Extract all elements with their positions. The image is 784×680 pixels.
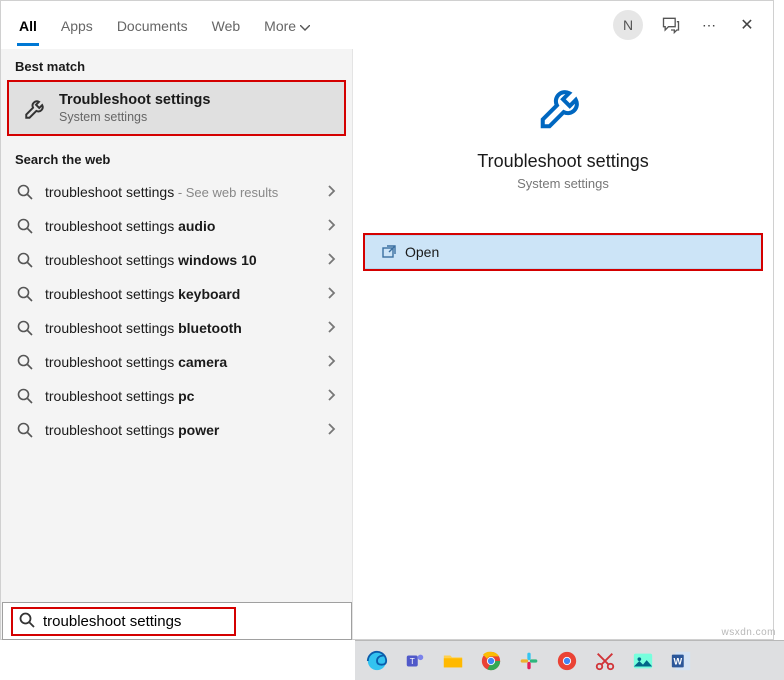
suggestion-keyboard[interactable]: troubleshoot settings keyboard [1, 277, 352, 311]
taskbar: T W [355, 640, 784, 680]
results-list: Best match Troubleshoot settings System … [1, 49, 353, 639]
taskbar-edge-icon[interactable] [361, 646, 393, 676]
chevron-right-icon [328, 388, 336, 404]
taskbar-teams-icon[interactable]: T [399, 646, 431, 676]
search-icon [17, 286, 33, 302]
suggestion-text: troubleshoot settings power [45, 422, 316, 438]
user-avatar[interactable]: N [613, 10, 643, 40]
chevron-right-icon [328, 218, 336, 234]
suggestion-power[interactable]: troubleshoot settings power [1, 413, 352, 447]
search-input[interactable] [43, 613, 228, 630]
suggestion-text: troubleshoot settings camera [45, 354, 316, 370]
watermark: wsxdn.com [721, 627, 776, 638]
suggestion-windows10[interactable]: troubleshoot settings windows 10 [1, 243, 352, 277]
tab-more-label: More [264, 18, 296, 34]
search-icon [17, 388, 33, 404]
taskbar-chrome-icon[interactable] [475, 646, 507, 676]
suggestion-text: troubleshoot settings - See web results [45, 184, 316, 200]
tab-more[interactable]: More [252, 4, 322, 46]
tab-documents[interactable]: Documents [105, 4, 200, 46]
search-icon [17, 320, 33, 336]
search-icon [17, 252, 33, 268]
search-bar[interactable] [2, 602, 352, 640]
chevron-right-icon [328, 422, 336, 438]
taskbar-slack-icon[interactable] [513, 646, 545, 676]
action-open[interactable]: Open [365, 235, 761, 269]
preview-pane: Troubleshoot settings System settings Op… [353, 49, 773, 639]
action-open-label: Open [405, 244, 439, 260]
suggestion-text: troubleshoot settings windows 10 [45, 252, 316, 268]
search-icon [17, 354, 33, 370]
suggestion-camera[interactable]: troubleshoot settings camera [1, 345, 352, 379]
search-icon [17, 422, 33, 438]
search-icon [17, 184, 33, 200]
chevron-right-icon [328, 320, 336, 336]
search-icon [17, 218, 33, 234]
search-panel: All Apps Documents Web More N ⋯ ✕ Best m… [0, 0, 774, 640]
feedback-icon[interactable] [661, 15, 681, 35]
taskbar-explorer-icon[interactable] [437, 646, 469, 676]
suggestion-text: troubleshoot settings pc [45, 388, 316, 404]
chevron-right-icon [328, 286, 336, 302]
suggestion-text: troubleshoot settings keyboard [45, 286, 316, 302]
more-options-icon[interactable]: ⋯ [699, 15, 719, 35]
best-match-subtitle: System settings [59, 110, 210, 124]
preview-title: Troubleshoot settings [477, 151, 648, 172]
taskbar-chrome2-icon[interactable] [551, 646, 583, 676]
chevron-down-icon [300, 18, 310, 34]
suggestion-audio[interactable]: troubleshoot settings audio [1, 209, 352, 243]
tab-all[interactable]: All [7, 4, 49, 46]
suggestion-text: troubleshoot settings audio [45, 218, 316, 234]
filter-tabs: All Apps Documents Web More N ⋯ ✕ [1, 1, 773, 49]
suggestion-text: troubleshoot settings bluetooth [45, 320, 316, 336]
preview-subtitle: System settings [517, 176, 609, 191]
best-match-title: Troubleshoot settings [59, 92, 210, 108]
action-open-highlight: Open [363, 233, 763, 271]
wrench-icon [536, 79, 590, 133]
tab-web[interactable]: Web [200, 4, 253, 46]
search-web-label: Search the web [1, 142, 352, 173]
svg-text:T: T [410, 656, 415, 665]
taskbar-snip-icon[interactable] [589, 646, 621, 676]
best-match-label: Best match [1, 49, 352, 80]
open-icon [381, 244, 397, 260]
suggestion-pc[interactable]: troubleshoot settings pc [1, 379, 352, 413]
svg-text:W: W [673, 656, 682, 666]
chevron-right-icon [328, 184, 336, 200]
suggestion-bluetooth[interactable]: troubleshoot settings bluetooth [1, 311, 352, 345]
suggestion-web-results[interactable]: troubleshoot settings - See web results [1, 175, 352, 209]
close-icon[interactable]: ✕ [737, 15, 757, 35]
chevron-right-icon [328, 252, 336, 268]
best-match-item[interactable]: Troubleshoot settings System settings [7, 80, 346, 136]
tab-apps[interactable]: Apps [49, 4, 105, 46]
suggestion-list: troubleshoot settings - See web results … [1, 173, 352, 449]
taskbar-photos-icon[interactable] [627, 646, 659, 676]
search-icon [19, 612, 35, 631]
taskbar-word-icon[interactable]: W [665, 646, 697, 676]
wrench-icon [23, 95, 49, 121]
chevron-right-icon [328, 354, 336, 370]
